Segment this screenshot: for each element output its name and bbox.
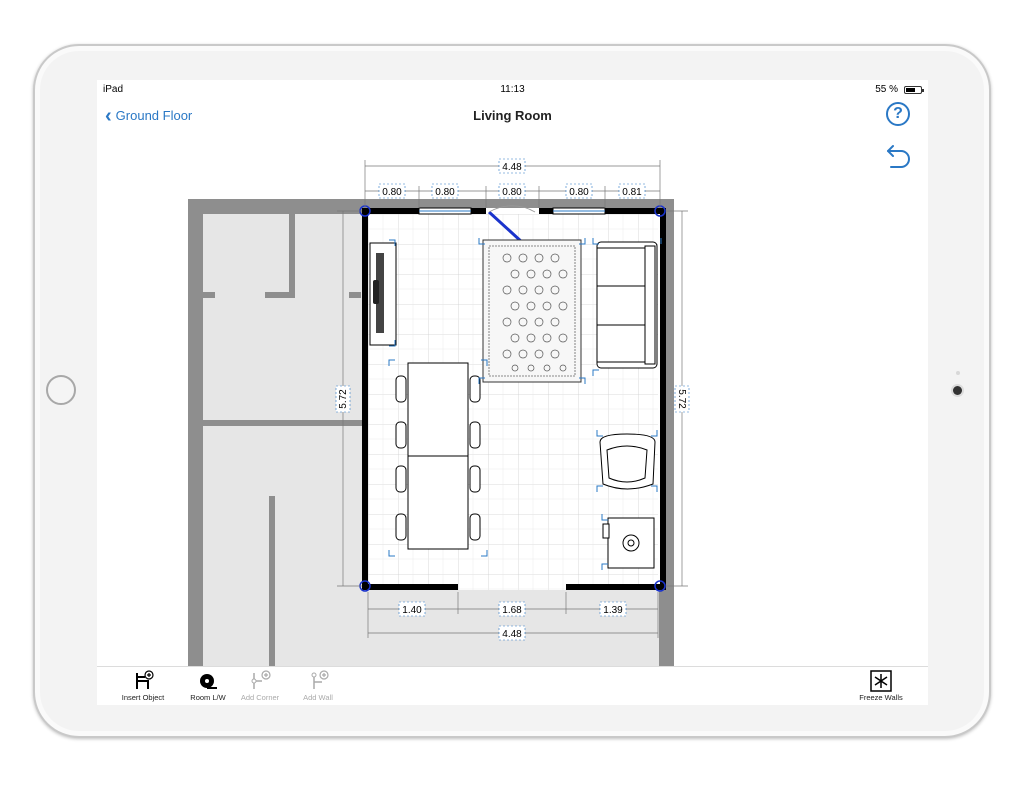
snowflake-icon <box>870 670 892 692</box>
dim-label-top-3[interactable]: 0.80 <box>498 183 526 199</box>
rug[interactable] <box>482 239 582 383</box>
dim-label-right[interactable]: 5.72 <box>674 385 690 413</box>
svg-text:0.80: 0.80 <box>502 187 522 198</box>
undo-icon[interactable] <box>885 142 913 168</box>
svg-text:4.48: 4.48 <box>502 629 522 640</box>
svg-text:0.80: 0.80 <box>569 187 589 198</box>
stove[interactable] <box>602 517 655 569</box>
svg-text:0.80: 0.80 <box>382 187 402 198</box>
dim-label-bottom-1[interactable]: 1.40 <box>398 601 426 617</box>
svg-text:0.80: 0.80 <box>435 187 455 198</box>
add-wall-button[interactable]: Add Wall <box>283 669 353 702</box>
clock: 11:13 <box>500 84 525 95</box>
add-corner-icon <box>251 670 271 689</box>
page-title: Living Room <box>473 108 552 123</box>
svg-text:1.39: 1.39 <box>603 605 623 616</box>
dim-label-bottom-3[interactable]: 1.39 <box>599 601 627 617</box>
svg-text:4.48: 4.48 <box>502 162 522 173</box>
chair-plus-icon <box>136 670 154 689</box>
sensor <box>956 371 960 375</box>
camera <box>953 386 962 395</box>
tape-measure-icon <box>200 674 217 689</box>
dim-label-top-4[interactable]: 0.80 <box>565 183 593 199</box>
dim-label-left[interactable]: 5.72 <box>335 385 351 413</box>
svg-text:1.68: 1.68 <box>502 605 522 616</box>
freeze-walls-button[interactable]: Freeze Walls <box>846 669 916 702</box>
armchair[interactable] <box>599 433 656 490</box>
svg-text:0.81: 0.81 <box>622 187 642 198</box>
dim-label-top-5[interactable]: 0.81 <box>618 183 646 199</box>
dim-label-bottom-total[interactable]: 4.48 <box>498 625 526 641</box>
add-wall-icon <box>311 670 329 689</box>
dim-label-bottom-2[interactable]: 1.68 <box>498 601 526 617</box>
dining-table[interactable] <box>395 362 481 550</box>
bottom-toolbar: Insert Object Room L/W Add Corner Add Wa… <box>97 666 928 705</box>
svg-text:5.72: 5.72 <box>676 389 687 409</box>
dim-label-top-total[interactable]: 4.48 <box>498 158 526 174</box>
battery-icon <box>904 86 924 94</box>
battery-percent: 55 % <box>875 84 898 95</box>
dim-label-top-2[interactable]: 0.80 <box>431 183 459 199</box>
add-wall-label: Add Wall <box>303 693 333 702</box>
navigation-bar: ‹ Ground Floor Living Room ? <box>97 98 928 134</box>
insert-object-button[interactable]: Insert Object <box>108 669 178 702</box>
insert-object-label: Insert Object <box>121 693 165 702</box>
freeze-walls-label: Freeze Walls <box>859 693 903 702</box>
dim-label-top-1[interactable]: 0.80 <box>378 183 406 199</box>
status-bar: iPad 11:13 55 % <box>97 80 928 98</box>
help-icon[interactable]: ? <box>886 102 910 126</box>
sofa[interactable] <box>596 241 658 369</box>
floor-plan-canvas[interactable]: 4.48 0.80 0.80 0.80 0.80 0.81 5.72 5.72 … <box>97 80 928 666</box>
screen: 4.48 0.80 0.80 0.80 0.80 0.81 5.72 5.72 … <box>97 80 928 705</box>
tv-cabinet[interactable] <box>369 242 397 346</box>
svg-text:5.72: 5.72 <box>338 389 349 409</box>
home-button[interactable] <box>46 375 76 405</box>
svg-text:1.40: 1.40 <box>402 605 422 616</box>
